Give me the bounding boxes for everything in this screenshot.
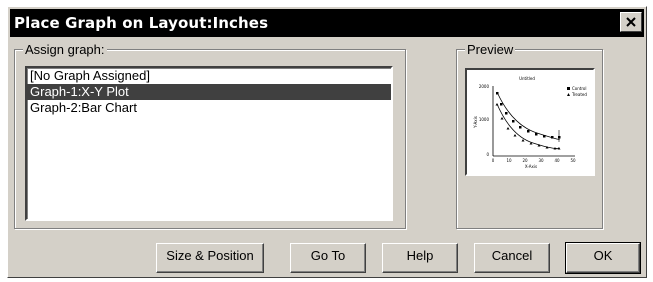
assign-graph-group: Assign graph: [No Graph Assigned] Graph-… xyxy=(14,42,406,229)
preview-group: Preview Untitled 2000 1000 0 Y-Axis 0 10… xyxy=(456,42,603,229)
list-item-graph-2[interactable]: Graph-2:Bar Chart xyxy=(27,100,391,116)
preview-mini-chart: Untitled 2000 1000 0 Y-Axis 0 10 20 30 4… xyxy=(473,76,587,169)
mini-ytick-0: 0 xyxy=(486,152,489,157)
size-position-button[interactable]: Size & Position xyxy=(156,243,264,273)
mini-chart-title: Untitled xyxy=(519,76,535,81)
assign-graph-legend: Assign graph: xyxy=(23,42,107,57)
size-position-label: Size & Position xyxy=(166,248,254,263)
mini-legend-treated-marker xyxy=(567,93,570,96)
help-label: Help xyxy=(406,248,434,263)
mini-xtick-30: 30 xyxy=(538,158,544,163)
mini-xtick-50: 50 xyxy=(570,158,576,163)
title-bar[interactable]: Place Graph on Layout:Inches xyxy=(10,9,644,37)
goto-button[interactable]: Go To xyxy=(290,243,366,273)
close-button[interactable] xyxy=(620,12,642,32)
preview-pane: Untitled 2000 1000 0 Y-Axis 0 10 20 30 4… xyxy=(465,68,595,176)
help-button[interactable]: Help xyxy=(382,243,458,273)
close-icon xyxy=(626,17,636,27)
mini-xtick-20: 20 xyxy=(522,158,528,163)
mini-legend-control-marker xyxy=(567,87,570,90)
mini-xlabel: X-Axis xyxy=(525,164,537,169)
mini-xtick-40: 40 xyxy=(554,158,560,163)
mini-treated-curve xyxy=(496,103,560,149)
mini-ytick-1000: 1000 xyxy=(479,117,490,122)
list-item-graph-1[interactable]: Graph-1:X-Y Plot xyxy=(27,84,391,100)
mini-control-points xyxy=(496,92,561,139)
preview-legend: Preview xyxy=(465,42,516,57)
window-title: Place Graph on Layout:Inches xyxy=(14,14,269,32)
mini-legend-treated: Treated xyxy=(571,92,587,97)
ok-button[interactable]: OK xyxy=(565,242,641,274)
graph-listbox[interactable]: [No Graph Assigned] Graph-1:X-Y Plot Gra… xyxy=(25,66,393,221)
mini-ylabel: Y-Axis xyxy=(473,116,478,129)
ok-label: OK xyxy=(593,248,613,263)
list-item-no-graph[interactable]: [No Graph Assigned] xyxy=(27,68,391,84)
cancel-button[interactable]: Cancel xyxy=(474,243,550,273)
mini-legend-control: Control xyxy=(572,86,586,91)
place-graph-dialog: Place Graph on Layout:Inches Assign grap… xyxy=(7,6,647,278)
mini-ytick-2000: 2000 xyxy=(479,84,490,89)
mini-xtick-10: 10 xyxy=(506,158,512,163)
mini-xtick-0: 0 xyxy=(492,158,495,163)
cancel-label: Cancel xyxy=(491,248,533,263)
mini-treated-points xyxy=(495,103,561,150)
mini-xticks: 0 10 20 30 40 50 xyxy=(492,158,576,163)
goto-label: Go To xyxy=(310,248,346,263)
